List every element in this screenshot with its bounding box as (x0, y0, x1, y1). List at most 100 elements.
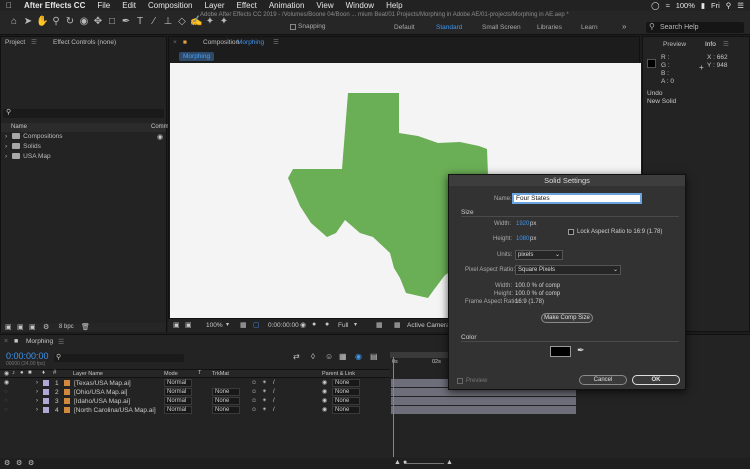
tab-effect-controls[interactable]: Effect Controls (none) (53, 37, 116, 49)
layer-name[interactable]: [Idaho/USA Map.ai] (74, 397, 130, 406)
pin-tool-icon[interactable]: ✦ (218, 16, 230, 28)
chevron-down-icon[interactable]: ▾ (354, 321, 357, 328)
menu-animation[interactable]: Animation (263, 1, 311, 10)
label-color-swatch[interactable] (43, 380, 49, 386)
rotate-tool-icon[interactable]: ↻ (64, 16, 76, 28)
pen-tool-icon[interactable]: ✒ (120, 16, 132, 28)
chevron-right-icon[interactable]: › (36, 388, 38, 397)
menubar-day[interactable]: Fri (711, 1, 720, 10)
toggle-switches-icon[interactable]: ⚙ (4, 459, 10, 467)
menu-list-icon[interactable]: ☰ (737, 1, 744, 10)
battery-icon[interactable]: ▮ (701, 1, 705, 10)
column-trkmat[interactable]: TrkMat (212, 371, 229, 377)
puppet-pin-tool-icon[interactable]: ✦ (204, 16, 216, 28)
zoom-dropdown[interactable]: 100% (206, 322, 223, 329)
timeline-layer-row[interactable]: ◉ › 1 [Texas/USA Map.ai] Normal ☺ ✴ / ◉ None (0, 379, 390, 388)
show-snapshot-icon[interactable]: ● (312, 321, 316, 328)
always-preview-icon[interactable]: ▣ (173, 321, 180, 329)
label-column-icon[interactable]: ♦ (42, 370, 45, 376)
menu-composition[interactable]: Composition (142, 1, 198, 10)
lock-aspect-checkbox[interactable] (568, 229, 574, 235)
interpret-footage-icon[interactable]: ▣ (5, 323, 12, 331)
solo-icon[interactable]: ● (20, 370, 24, 376)
resolution-dropdown[interactable]: Full (338, 322, 348, 329)
parent-dropdown[interactable]: None (332, 397, 360, 405)
new-folder-icon[interactable]: ▣ (17, 323, 24, 331)
pixel-aspect-dropdown[interactable]: Square Pixels ⌄ (515, 265, 621, 275)
panel-menu-icon[interactable]: ☰ (723, 39, 729, 51)
label-color-swatch[interactable] (43, 389, 49, 395)
close-icon[interactable]: × (173, 37, 177, 49)
rectangle-tool-icon[interactable]: □ (106, 16, 118, 28)
label-color-swatch[interactable] (43, 398, 49, 404)
quality-switch-icon[interactable]: / (273, 406, 275, 415)
transparency-grid-icon[interactable]: ▦ (376, 321, 383, 329)
flowchart-icon[interactable]: ◉ (157, 133, 163, 141)
chevron-right-icon[interactable]: › (5, 133, 7, 140)
chevron-right-icon[interactable]: › (36, 397, 38, 406)
layer-duration-bar[interactable] (391, 397, 576, 405)
column-name[interactable]: Name (11, 124, 27, 130)
menu-file[interactable]: File (91, 1, 116, 10)
workspace-standard[interactable]: Standard (436, 24, 462, 31)
chevron-right-icon[interactable]: › (36, 379, 38, 388)
comp-flowchart-icon[interactable]: ⇄ (293, 352, 300, 361)
trkmat-dropdown[interactable]: None (212, 406, 240, 414)
project-search-input[interactable] (3, 109, 164, 118)
make-comp-size-button[interactable]: Make Comp Size (541, 313, 593, 323)
zoom-in-icon[interactable]: ▲ (446, 459, 453, 466)
tab-project[interactable]: Project (5, 37, 25, 49)
toggle-modes-icon[interactable]: ⚙ (16, 459, 22, 467)
toggle-in-out-icon[interactable]: ⚙ (28, 459, 34, 467)
close-icon[interactable]: × (4, 338, 8, 345)
video-toggle-icon[interactable]: ◉ (4, 370, 9, 377)
width-value[interactable]: 1920 (516, 221, 529, 227)
quality-switch-icon[interactable]: / (273, 379, 275, 388)
pickwhip-icon[interactable]: ◉ (322, 406, 327, 415)
render-queue-icon[interactable]: ■ (14, 338, 18, 345)
current-time-indicator[interactable] (393, 357, 394, 457)
height-value[interactable]: 1080 (516, 236, 529, 242)
shy-switch-icon[interactable]: ☺ (251, 406, 257, 415)
pickwhip-icon[interactable]: ◉ (322, 388, 327, 397)
type-tool-icon[interactable]: T (134, 16, 146, 28)
trkmat-dropdown[interactable]: None (212, 397, 240, 405)
camera-dropdown[interactable]: Active Camera (407, 322, 450, 329)
hand-tool-icon[interactable]: ✋ (36, 16, 48, 28)
layer-name[interactable]: [Ohio/USA Map.ai] (74, 388, 127, 397)
lock-column-icon[interactable]: ■ (28, 370, 32, 376)
column-mode[interactable]: Mode (164, 371, 178, 377)
apple-icon[interactable]:  (0, 1, 18, 10)
timeline-layer-row[interactable]: ○ › 2 [Ohio/USA Map.ai] Normal None ☺ ✴ / ◉ None (0, 388, 390, 397)
mask-visibility-icon[interactable]: ▢ (253, 321, 260, 329)
search-help-input[interactable]: Search Help (646, 22, 744, 33)
adobe-cc-icon[interactable]: ◯ (651, 1, 659, 10)
panel-menu-icon[interactable]: ☰ (31, 37, 37, 49)
adjust-icon[interactable]: ⚙ (43, 323, 49, 331)
roto-brush-tool-icon[interactable]: ✍ (190, 16, 202, 28)
layer-duration-bar[interactable] (391, 406, 576, 414)
timeline-layer-row[interactable]: ○ › 4 [North Carolina/USA Map.ai] Normal None… (0, 406, 390, 415)
quality-switch-icon[interactable]: / (273, 388, 275, 397)
region-icon[interactable]: ▣ (185, 321, 192, 329)
parent-dropdown[interactable]: None (332, 388, 360, 396)
panel-menu-icon[interactable]: ☰ (58, 338, 64, 346)
comp-breadcrumb[interactable]: Morphing (179, 52, 215, 61)
menu-edit[interactable]: Edit (116, 1, 142, 10)
number-column-icon[interactable]: # (53, 370, 56, 376)
mode-dropdown[interactable]: Normal (164, 397, 192, 405)
lock-icon[interactable]: ■ (183, 37, 187, 49)
zoom-tool-icon[interactable]: ⚲ (50, 16, 62, 28)
pickwhip-icon[interactable]: ◉ (322, 379, 327, 388)
timeline-timecode[interactable]: 0:00:00:00 (6, 351, 49, 361)
eye-icon[interactable]: ○ (4, 388, 8, 397)
parent-dropdown[interactable]: None (332, 379, 360, 387)
project-item-usa-map[interactable]: › USA Map (5, 153, 51, 160)
workspace-libraries[interactable]: Libraries (537, 24, 562, 31)
workspace-default[interactable]: Default (394, 24, 415, 31)
mode-dropdown[interactable]: Normal (164, 388, 192, 396)
menu-layer[interactable]: Layer (199, 1, 231, 10)
eraser-tool-icon[interactable]: ◇ (176, 16, 188, 28)
shy-switch-icon[interactable]: ☺ (251, 397, 257, 406)
shy-switch-icon[interactable]: ☺ (251, 388, 257, 397)
